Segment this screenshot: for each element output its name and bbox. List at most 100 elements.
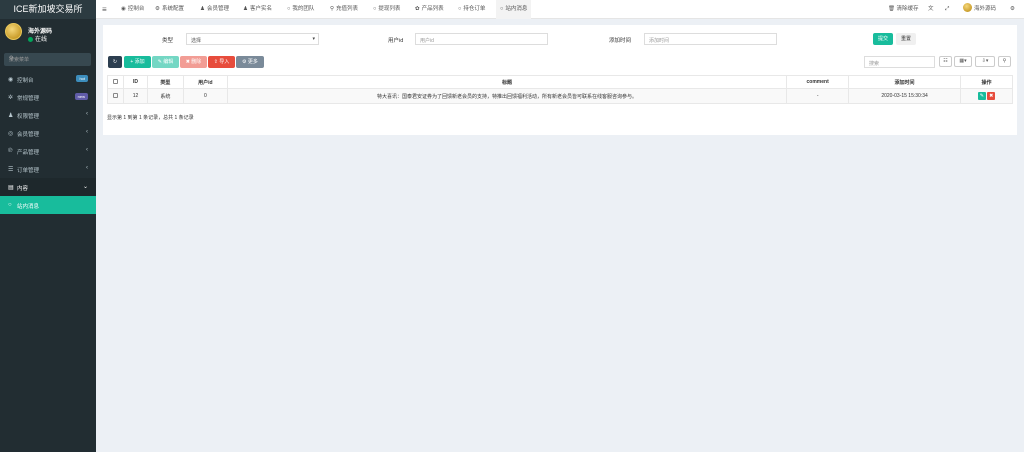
list-icon: ☰ bbox=[8, 167, 14, 173]
add-button[interactable]: + 添加 bbox=[124, 56, 151, 68]
menu-toggle-icon[interactable]: ≡ bbox=[102, 5, 107, 14]
row-checkbox[interactable] bbox=[112, 93, 118, 99]
content-icon: ▤ bbox=[8, 185, 14, 191]
edit-label: 编辑 bbox=[163, 59, 174, 65]
data-table: ID 类型 用户id 标题 comment 添加时间 操作 12 系统 0 特大… bbox=[107, 75, 1013, 104]
select-all-header[interactable] bbox=[107, 75, 124, 89]
circle-icon: ○ bbox=[500, 6, 504, 12]
chevron-left-icon: ‹ bbox=[86, 129, 88, 135]
column-header[interactable]: 类型 bbox=[146, 75, 184, 89]
userid-input[interactable]: 用户id bbox=[415, 33, 548, 45]
user-status: 在线 bbox=[28, 34, 47, 43]
more-button[interactable]: ⚙ 更多 bbox=[236, 56, 264, 68]
tab-messages[interactable]: ○ 站内消息 bbox=[496, 0, 532, 19]
tab-label: 持仓订单 bbox=[463, 6, 486, 12]
tab-label: 提现列表 bbox=[378, 6, 401, 12]
row-select-cell[interactable] bbox=[107, 88, 124, 104]
gears-icon[interactable]: ⚙ bbox=[1010, 0, 1015, 19]
tab-positions[interactable]: ○ 持仓订单 bbox=[454, 0, 489, 19]
delete-label: 删除 bbox=[191, 59, 202, 65]
sidebar: ICE新加坡交易所 海外源码 在线 搜索菜单 ⚲ ◉ 控制台 hot ✲ 常规管… bbox=[0, 0, 96, 452]
cell-title: 特大喜讯：国泰君安证券为了回馈新老会员的支持，特推出回馈福利活动，所有新老会员皆… bbox=[226, 88, 788, 104]
tab-label: 站内消息 bbox=[505, 6, 528, 12]
main-panel: 类型 选择 ▾ 用户id 用户id 添加时间 添加时间 提交 重置 ↻ + 添加 … bbox=[103, 25, 1017, 135]
refresh-button[interactable]: ↻ bbox=[108, 56, 122, 68]
sidebar-item-dashboard[interactable]: ◉ 控制台 hot bbox=[0, 70, 96, 88]
trash-icon: ✖ bbox=[989, 93, 994, 99]
import-button[interactable]: ⇪ 导入 bbox=[208, 56, 235, 68]
type-select[interactable]: 选择 ▾ bbox=[186, 33, 319, 45]
sidebar-item-content[interactable]: ▤ 内容 ⌄ bbox=[0, 178, 96, 196]
tab-label: 会员管理 bbox=[206, 6, 229, 12]
circle-icon: ○ bbox=[287, 6, 291, 12]
sidebar-item-general[interactable]: ✲ 常规管理 new bbox=[0, 88, 96, 106]
tab-member-manage[interactable]: ♟ 会员管理 bbox=[196, 0, 233, 19]
sidebar-item-label: 内容 bbox=[17, 186, 29, 192]
sidebar-item-label: 常规管理 bbox=[17, 96, 40, 102]
cell-userid: 0 bbox=[182, 88, 228, 104]
user-circle-icon: ◎ bbox=[8, 131, 14, 137]
columns-button[interactable]: ▦▾ bbox=[954, 56, 972, 67]
language-icon[interactable]: 文 bbox=[928, 0, 934, 19]
table-search-input[interactable]: 搜索 bbox=[864, 56, 935, 68]
tab-my-team[interactable]: ○ 我的团队 bbox=[283, 0, 318, 19]
submit-button[interactable]: 提交 bbox=[873, 33, 893, 45]
sidebar-menu: ◉ 控制台 hot ✲ 常规管理 new ♟ 权限管理 ‹ ◎ 会员管理 ‹ ℗… bbox=[0, 70, 96, 214]
tab-dashboard[interactable]: ◉ 控制台 bbox=[117, 0, 148, 19]
row-edit-button[interactable]: ✎ bbox=[977, 92, 986, 100]
tab-system-config[interactable]: ⚙ 系统配置 bbox=[151, 0, 188, 19]
sidebar-item-messages[interactable]: ○ 站内消息 bbox=[0, 196, 96, 214]
user-menu[interactable]: 海外源码 bbox=[963, 0, 996, 19]
column-header[interactable]: 用户id bbox=[182, 75, 228, 89]
time-label: 添加时间 bbox=[609, 38, 632, 44]
product-icon: ✿ bbox=[415, 6, 420, 12]
delete-button[interactable]: ✖ 删除 bbox=[180, 56, 207, 68]
edit-button[interactable]: ✎ 编辑 bbox=[152, 56, 179, 68]
import-label: 导入 bbox=[219, 59, 230, 65]
brand-title[interactable]: ICE新加坡交易所 bbox=[0, 0, 96, 19]
sidebar-item-orders[interactable]: ☰ 订单管理 ‹ bbox=[0, 160, 96, 178]
time-input[interactable]: 添加时间 bbox=[644, 33, 777, 45]
tab-real-name[interactable]: ♟ 客户实名 bbox=[239, 0, 276, 19]
sidebar-item-label: 订单管理 bbox=[17, 168, 40, 174]
sidebar-item-auth[interactable]: ♟ 权限管理 ‹ bbox=[0, 106, 96, 124]
user-icon: ♟ bbox=[243, 6, 248, 12]
sidebar-item-members[interactable]: ◎ 会员管理 ‹ bbox=[0, 124, 96, 142]
top-nav: ≡ ◉ 控制台 ⚙ 系统配置 ♟ 会员管理 ♟ 客户实名 ○ 我的团队 ⚲ 充值列表 ○ 提现… bbox=[96, 0, 1024, 19]
product-icon: ℗ bbox=[8, 148, 13, 154]
table-icon: ☷ bbox=[943, 58, 948, 64]
select-all-checkbox[interactable] bbox=[112, 79, 118, 85]
row-delete-button[interactable]: ✖ bbox=[987, 92, 996, 100]
table-row[interactable]: 12 系统 0 特大喜讯：国泰君安证券为了回馈新老会员的支持，特推出回馈福利活动… bbox=[107, 88, 1013, 104]
column-header[interactable]: ID bbox=[122, 75, 148, 89]
sidebar-search-input[interactable]: 搜索菜单 ⚲ bbox=[4, 53, 91, 66]
type-label: 类型 bbox=[162, 38, 174, 44]
avatar bbox=[5, 23, 22, 40]
clear-cache-button[interactable]: 🗑 清除缓存 bbox=[888, 0, 919, 19]
sidebar-item-products[interactable]: ℗ 产品管理 ‹ bbox=[0, 142, 96, 160]
chevron-left-icon: ‹ bbox=[86, 147, 88, 153]
table-header-row: ID 类型 用户id 标题 comment 添加时间 操作 bbox=[107, 75, 1013, 89]
search-icon[interactable]: ⚲ bbox=[9, 55, 87, 62]
tab-product-list[interactable]: ✿ 产品列表 bbox=[411, 0, 448, 19]
column-header[interactable]: 标题 bbox=[226, 75, 788, 89]
sidebar-item-label: 站内消息 bbox=[17, 204, 40, 210]
dashboard-icon: ◉ bbox=[121, 6, 126, 12]
reset-button[interactable]: 重置 bbox=[896, 33, 916, 45]
column-header[interactable]: 添加时间 bbox=[848, 75, 961, 89]
tab-label: 我的团队 bbox=[292, 6, 315, 12]
cell-comment: - bbox=[786, 88, 850, 104]
export-button[interactable]: ⇩▾ bbox=[975, 56, 995, 67]
chevron-left-icon: ‹ bbox=[86, 111, 88, 117]
tab-recharge-list[interactable]: ⚲ 充值列表 bbox=[326, 0, 362, 19]
userid-label: 用户id bbox=[388, 38, 404, 44]
new-badge: new bbox=[74, 93, 88, 100]
tab-withdraw-list[interactable]: ○ 提现列表 bbox=[369, 0, 404, 19]
circle-icon: ○ bbox=[458, 6, 462, 12]
fullscreen-icon[interactable]: ⤢ bbox=[945, 0, 949, 19]
advanced-search-button[interactable]: ⚲ bbox=[998, 56, 1011, 67]
refresh-icon: ↻ bbox=[112, 59, 118, 65]
column-header[interactable]: comment bbox=[786, 75, 850, 89]
toggle-view-button[interactable]: ☷ bbox=[939, 56, 952, 67]
avatar bbox=[963, 3, 972, 12]
